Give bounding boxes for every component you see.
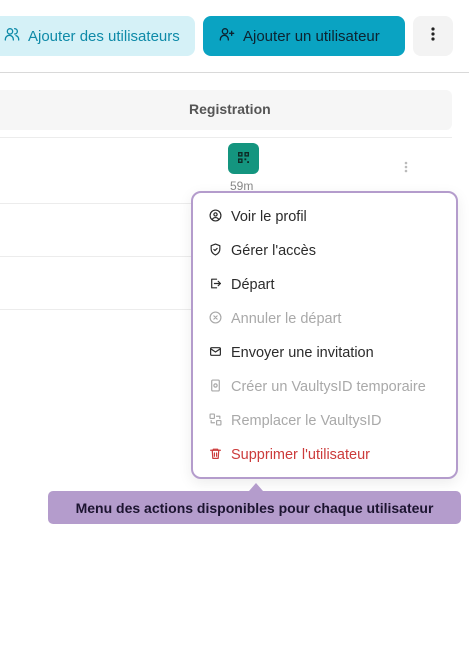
- menu-item-label: Départ: [231, 277, 275, 293]
- add-user-label: Ajouter un utilisateur: [243, 27, 380, 45]
- menu-item-create-temp-id[interactable]: Créer un VaultysID temporaire: [209, 377, 426, 397]
- menu-item-label: Voir le profil: [231, 209, 307, 225]
- qr-code-badge[interactable]: [228, 143, 259, 174]
- users-icon: [4, 26, 20, 46]
- column-header-registration: Registration: [189, 101, 271, 117]
- more-vertical-icon: [404, 160, 408, 178]
- menu-item-cancel-departure[interactable]: Annuler le départ: [209, 309, 341, 329]
- user-plus-icon: [219, 26, 235, 46]
- tooltip: Menu des actions disponibles pour chaque…: [48, 491, 461, 524]
- menu-item-label: Gérer l'accès: [231, 243, 316, 259]
- row-actions-button[interactable]: [393, 156, 419, 182]
- menu-item-label: Annuler le départ: [231, 311, 342, 327]
- menu-item-label: Créer un VaultysID temporaire: [231, 379, 426, 395]
- toolbar-divider: [0, 72, 469, 73]
- menu-item-view-profile[interactable]: Voir le profil: [209, 207, 307, 227]
- id-card-icon: [209, 378, 222, 396]
- menu-item-delete-user[interactable]: Supprimer l'utilisateur: [209, 445, 370, 465]
- user-circle-icon: [209, 208, 222, 226]
- menu-item-label: Envoyer une invitation: [231, 345, 374, 361]
- menu-item-label: Remplacer le VaultysID: [231, 413, 382, 429]
- trash-icon: [209, 447, 222, 464]
- menu-item-manage-access[interactable]: Gérer l'accès: [209, 241, 316, 261]
- more-vertical-icon: [431, 26, 435, 46]
- add-users-label: Ajouter des utilisateurs: [28, 27, 180, 45]
- add-user-button[interactable]: Ajouter un utilisateur: [203, 16, 405, 56]
- add-users-button[interactable]: Ajouter des utilisateurs: [0, 16, 195, 56]
- tooltip-caret: [249, 483, 263, 491]
- more-options-button[interactable]: [413, 16, 453, 56]
- page: Ajouter des utilisateurs Ajouter un util…: [0, 0, 469, 670]
- menu-item-label: Supprimer l'utilisateur: [231, 447, 370, 463]
- tooltip-text: Menu des actions disponibles pour chaque…: [75, 499, 434, 516]
- row-divider: [0, 137, 452, 138]
- menu-item-send-invitation[interactable]: Envoyer une invitation: [209, 343, 374, 363]
- swap-icon: [209, 412, 222, 430]
- menu-item-replace-id[interactable]: Remplacer le VaultysID: [209, 411, 381, 431]
- logout-icon: [209, 277, 222, 294]
- shield-check-icon: [209, 242, 222, 260]
- x-circle-icon: [209, 310, 222, 328]
- menu-item-departure[interactable]: Départ: [209, 275, 275, 295]
- qr-code-icon: [238, 150, 249, 168]
- mail-icon: [209, 345, 222, 362]
- user-actions-menu: Voir le profil Gérer l'accès Départ Annu…: [191, 191, 458, 479]
